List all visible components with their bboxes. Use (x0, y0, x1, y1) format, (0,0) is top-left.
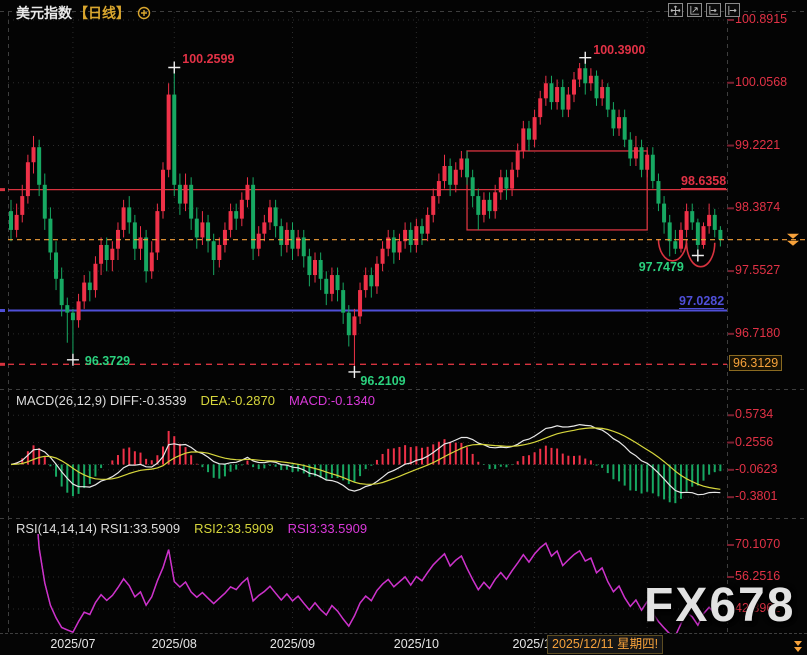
x-axis-label: 2025/08 (144, 637, 204, 651)
axis-fit-icon[interactable] (706, 3, 721, 17)
circle-plus-icon[interactable] (137, 6, 151, 20)
price-annotation-res: 98.6358 (681, 174, 726, 189)
extreme-cross-marker (692, 249, 704, 261)
macd-readout-macd: MACD:-0.1340 (289, 393, 375, 408)
extreme-cross-marker (579, 52, 591, 64)
x-axis-label: 2025/07 (43, 637, 103, 651)
price-annotation-sup: 97.0282 (679, 294, 724, 309)
macd-layer (8, 425, 727, 504)
rsi-layer (22, 476, 720, 636)
rsi-header: RSI(14,14,14) RSI1:33.5909 RSI2:33.5909 RS… (16, 521, 367, 536)
drawn-rectangle (467, 151, 647, 230)
macd-header: MACD(26,12,9) DIFF:-0.3539 DEA:-0.2870 MAC… (16, 393, 375, 408)
y-axis-label: 98.3874 (735, 200, 780, 214)
rsi-axis-label: 70.1070 (735, 537, 780, 551)
macd-readout-diff: MACD(26,12,9) DIFF:-0.3539 (16, 393, 187, 408)
price-annotation-low2: 96.2109 (360, 374, 405, 388)
candles-layer (9, 58, 722, 372)
rsi-readout-1: RSI(14,14,14) RSI1:33.5909 (16, 521, 180, 536)
price-annotation-high2: 100.3900 (593, 43, 645, 57)
rsi-readout-2: RSI2:33.5909 (194, 521, 274, 536)
symbol-title: 美元指数 (16, 3, 72, 23)
axis-scale-icon[interactable] (687, 3, 702, 17)
macd-readout-dea: DEA:-0.2870 (201, 393, 275, 408)
price-annotation-high1: 100.2599 (182, 52, 234, 66)
extreme-cross-marker (168, 61, 180, 73)
y-axis-label: 99.2221 (735, 138, 780, 152)
watermark: FX678 (644, 578, 795, 633)
price-annotation-low1: 96.3729 (85, 354, 130, 368)
x-axis-strip[interactable]: 2025/12/11 星期四! 2025/07 2025/08 2025/09 202… (0, 633, 807, 655)
drawn-arc (687, 243, 715, 267)
macd-axis-label: -0.0623 (735, 462, 777, 476)
axis-shift-icon[interactable] (725, 3, 740, 17)
chart-app: 美元指数 【日线】 100.8915 100.0568 99.2221 98.3874… (0, 0, 807, 655)
y-axis-label: 100.8915 (735, 12, 787, 26)
macd-axis-label: 0.5734 (735, 407, 773, 421)
toolbar (668, 3, 740, 17)
chart-canvas[interactable] (0, 0, 807, 655)
macd-axis-label: -0.3801 (735, 489, 777, 503)
rsi-readout-3: RSI3:33.5909 (288, 521, 368, 536)
move-icon[interactable] (668, 3, 683, 17)
interval-label: 【日线】 (74, 3, 130, 23)
axis-expand-icon[interactable] (792, 637, 804, 653)
crosshair-date-tag: 2025/12/11 星期四! (547, 635, 663, 654)
x-axis-label: 2025/10 (386, 637, 446, 651)
y-axis-label: 97.5527 (735, 263, 780, 277)
chart-header: 美元指数 【日线】 (16, 3, 151, 23)
y-axis-label: 96.7180 (735, 326, 780, 340)
extreme-cross-marker (348, 366, 360, 378)
gridlines (8, 12, 734, 632)
macd-axis-label: 0.2556 (735, 435, 773, 449)
y-axis-label: 100.0568 (735, 75, 787, 89)
price-annotation-low3: 97.7479 (639, 260, 684, 274)
x-axis-label: 2025/09 (263, 637, 323, 651)
price-tag-label: 96.3129 (729, 355, 782, 371)
